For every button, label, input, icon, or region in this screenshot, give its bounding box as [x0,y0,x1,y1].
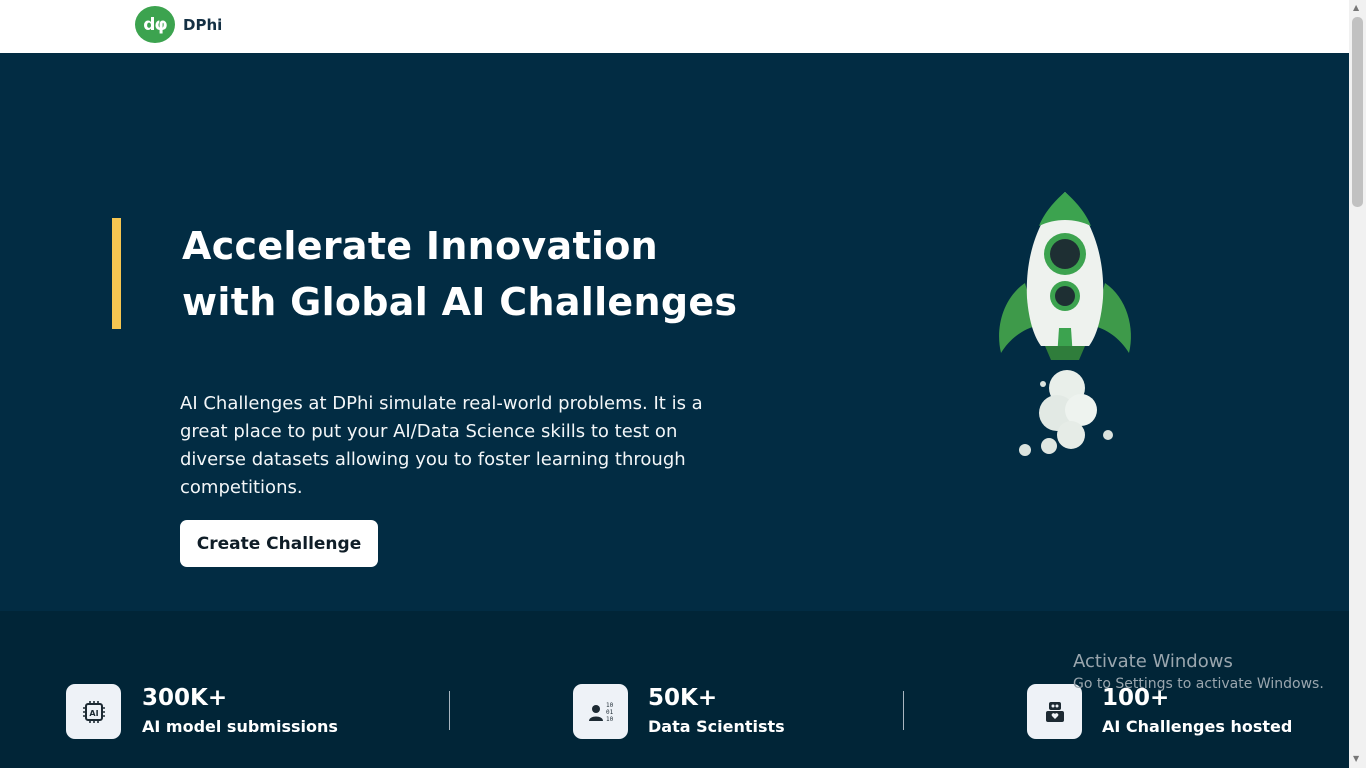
svg-text:01: 01 [606,709,614,716]
scroll-up-arrow-icon[interactable]: ▲ [1353,3,1359,12]
stat-value-scientists: 50K+ [648,685,718,711]
svg-text:10: 10 [606,702,614,709]
stat-value-submissions: 300K+ [142,685,228,711]
hero-title-line-1: Accelerate Innovation [182,224,658,268]
hero-section: Accelerate Innovation with Global AI Cha… [0,53,1349,611]
stat-label-challenges: AI Challenges hosted [1102,717,1293,736]
stat-label-scientists: Data Scientists [648,717,785,736]
title-accent-bar [112,218,121,329]
robot-icon [1027,684,1082,739]
hero-title-line-2: with Global AI Challenges [182,280,738,324]
stat-label-submissions: AI model submissions [142,717,338,736]
stat-divider [449,691,450,730]
dphi-logo-icon[interactable]: dφ [135,6,175,43]
hero-title: Accelerate Innovation with Global AI Cha… [182,218,782,330]
svg-text:10: 10 [606,716,614,723]
ai-chip-icon: AI [66,684,121,739]
top-navbar: dφ DPhi [0,0,1349,53]
scrollbar-thumb[interactable] [1352,17,1363,207]
rocket-icon [999,192,1131,456]
windows-activation-watermark: Activate Windows Go to Settings to activ… [1073,651,1324,692]
hero-description: AI Challenges at DPhi simulate real-worl… [180,393,703,498]
page-scrollbar[interactable]: ▲ ▼ [1349,0,1366,768]
watermark-subtitle: Go to Settings to activate Windows. [1073,676,1324,692]
scroll-down-arrow-icon[interactable]: ▼ [1353,754,1359,763]
data-scientist-icon: 10 01 10 [573,684,628,739]
stat-divider [903,691,904,730]
svg-text:AI: AI [89,709,98,718]
watermark-title: Activate Windows [1073,651,1233,672]
create-challenge-button[interactable]: Create Challenge [180,520,378,567]
brand-name[interactable]: DPhi [183,16,222,34]
